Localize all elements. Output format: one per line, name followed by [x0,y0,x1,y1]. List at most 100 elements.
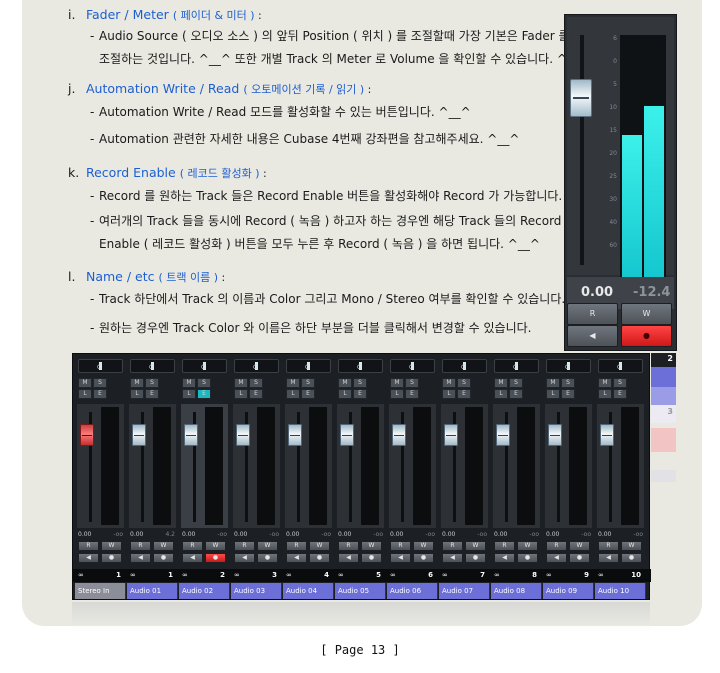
listen-button[interactable]: L [286,389,300,399]
record-enable-button[interactable]: ● [621,325,672,347]
listen-button[interactable]: L [338,389,352,399]
channel-name[interactable]: Audio 10 [595,583,646,599]
record-enable-button[interactable]: ● [101,553,122,563]
monitor-button[interactable]: ◀ [598,553,619,563]
record-enable-button[interactable]: ● [517,553,538,563]
edit-button[interactable]: E [613,389,627,399]
pan-knob[interactable]: C [182,359,227,373]
read-button[interactable]: R [234,541,255,551]
read-button[interactable]: R [78,541,99,551]
monitor-button[interactable]: ◀ [390,553,411,563]
edit-button[interactable]: E [197,389,211,399]
channel-name[interactable]: Audio 04 [283,583,334,599]
solo-button[interactable]: S [509,378,523,388]
channel-name[interactable]: Audio 06 [387,583,438,599]
fader-knob[interactable] [288,424,302,446]
listen-button[interactable]: L [182,389,196,399]
edit-button[interactable]: E [457,389,471,399]
channel-name[interactable]: Audio 03 [231,583,282,599]
pan-knob[interactable]: C [78,359,123,373]
listen-button[interactable]: L [546,389,560,399]
record-enable-button[interactable]: ● [569,553,590,563]
mute-button[interactable]: M [78,378,92,388]
monitor-button[interactable]: ◀ [546,553,567,563]
write-button[interactable]: W [465,541,486,551]
solo-button[interactable]: S [613,378,627,388]
mute-button[interactable]: M [338,378,352,388]
monitor-button[interactable]: ◀ [130,553,151,563]
listen-button[interactable]: L [442,389,456,399]
read-button[interactable]: R [182,541,203,551]
channel-name[interactable]: Audio 09 [543,583,594,599]
monitor-button[interactable]: ◀ [286,553,307,563]
read-button[interactable]: R [567,303,618,325]
solo-button[interactable]: S [197,378,211,388]
listen-button[interactable]: L [130,389,144,399]
write-button[interactable]: W [309,541,330,551]
fader-knob[interactable] [444,424,458,446]
write-button[interactable]: W [569,541,590,551]
fader-knob[interactable] [548,424,562,446]
solo-button[interactable]: S [353,378,367,388]
record-enable-button[interactable]: ● [413,553,434,563]
solo-button[interactable]: S [561,378,575,388]
monitor-button[interactable]: ◀ [494,553,515,563]
solo-button[interactable]: S [301,378,315,388]
monitor-button[interactable]: ◀ [442,553,463,563]
channel-name[interactable]: Audio 05 [335,583,386,599]
solo-button[interactable]: S [93,378,107,388]
listen-button[interactable]: L [390,389,404,399]
read-button[interactable]: R [442,541,463,551]
edit-button[interactable]: E [405,389,419,399]
record-enable-button[interactable]: ● [309,553,330,563]
solo-button[interactable]: S [145,378,159,388]
record-enable-button[interactable]: ● [361,553,382,563]
read-button[interactable]: R [286,541,307,551]
channel-name[interactable]: Audio 01 [127,583,178,599]
pan-knob[interactable]: C [338,359,383,373]
monitor-button[interactable]: ◀ [234,553,255,563]
record-enable-button[interactable]: ● [257,553,278,563]
mute-button[interactable]: M [234,378,248,388]
fader-knob[interactable] [600,424,614,446]
monitor-button[interactable]: ◀ [567,325,618,347]
edit-button[interactable]: E [93,389,107,399]
edit-button[interactable]: E [561,389,575,399]
record-enable-button[interactable]: ● [465,553,486,563]
mute-button[interactable]: M [598,378,612,388]
monitor-button[interactable]: ◀ [338,553,359,563]
write-button[interactable]: W [257,541,278,551]
write-button[interactable]: W [621,303,672,325]
write-button[interactable]: W [153,541,174,551]
fader-knob[interactable] [184,424,198,446]
listen-button[interactable]: L [234,389,248,399]
mute-button[interactable]: M [130,378,144,388]
write-button[interactable]: W [621,541,642,551]
listen-button[interactable]: L [78,389,92,399]
solo-button[interactable]: S [457,378,471,388]
listen-button[interactable]: L [494,389,508,399]
record-enable-button[interactable]: ● [621,553,642,563]
read-button[interactable]: R [130,541,151,551]
mute-button[interactable]: M [390,378,404,388]
fader-knob[interactable] [496,424,510,446]
write-button[interactable]: W [205,541,226,551]
edit-button[interactable]: E [509,389,523,399]
edit-button[interactable]: E [145,389,159,399]
edit-button[interactable]: E [353,389,367,399]
fader-knob[interactable] [340,424,354,446]
fader-knob[interactable] [570,79,592,117]
mute-button[interactable]: M [546,378,560,388]
edit-button[interactable]: E [249,389,263,399]
write-button[interactable]: W [517,541,538,551]
fader-knob[interactable] [80,424,94,446]
read-button[interactable]: R [390,541,411,551]
pan-knob[interactable]: C [598,359,643,373]
pan-knob[interactable]: C [234,359,279,373]
record-enable-button[interactable]: ● [205,553,226,563]
solo-button[interactable]: S [249,378,263,388]
monitor-button[interactable]: ◀ [182,553,203,563]
fader-knob[interactable] [132,424,146,446]
fader-knob[interactable] [236,424,250,446]
write-button[interactable]: W [361,541,382,551]
